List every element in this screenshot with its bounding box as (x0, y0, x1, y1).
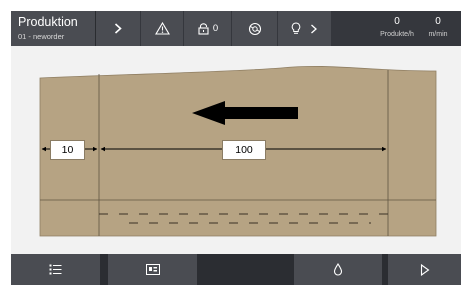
production-rate-display: 0 Produkte/h (375, 11, 419, 46)
mode-icon (248, 22, 261, 35)
lock-count: 0 (212, 23, 219, 34)
lock-button[interactable]: 0 (184, 11, 231, 46)
help-button[interactable] (278, 11, 331, 46)
chevron-right-icon (311, 24, 317, 33)
speed-display: 0 m/min (419, 11, 457, 46)
production-rate-value: 0 (394, 16, 400, 27)
lock-icon (198, 22, 209, 35)
production-rate-unit: Produkte/h (380, 31, 414, 38)
chevron-right-icon (114, 23, 122, 34)
list-icon (49, 264, 62, 275)
left-dimension-value[interactable]: 10 (50, 140, 85, 160)
warning-button[interactable] (141, 11, 183, 46)
play-button[interactable] (388, 254, 461, 285)
production-next-button[interactable] (95, 11, 140, 46)
mode-button[interactable] (232, 11, 277, 46)
speed-unit: m/min (428, 31, 448, 38)
layout-button[interactable] (108, 254, 197, 285)
speed-value: 0 (435, 16, 441, 27)
bottom-bar (11, 254, 461, 285)
main-panel: 10 100 (11, 46, 461, 254)
production-order-name: 01 - neworder (18, 32, 65, 41)
play-icon (420, 263, 429, 276)
warning-triangle-icon (154, 22, 170, 35)
layout-icon (145, 264, 160, 275)
list-button[interactable] (11, 254, 100, 285)
drop-icon (333, 263, 343, 276)
drop-button[interactable] (294, 254, 382, 285)
top-bar: Produktion 01 - neworder 0 0 Produkte/h … (11, 11, 461, 46)
main-dimension-value[interactable]: 100 (222, 140, 266, 160)
production-button[interactable]: Produktion 01 - neworder (11, 11, 95, 46)
production-title: Produktion (18, 15, 78, 29)
lightbulb-icon (291, 22, 301, 34)
